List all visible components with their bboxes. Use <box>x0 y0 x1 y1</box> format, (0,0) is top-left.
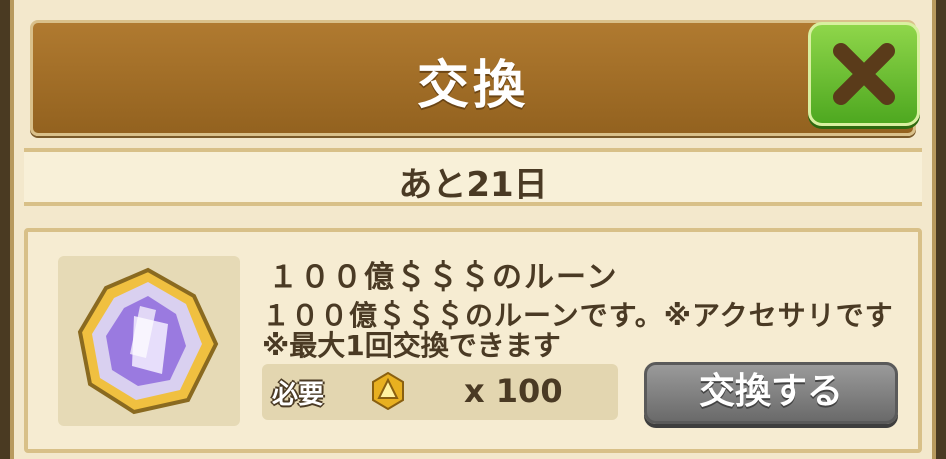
requirement-quantity: x 100 <box>464 372 563 410</box>
rune-crystal-icon <box>77 267 219 415</box>
item-name: １００億＄＄＄のルーン <box>268 260 619 295</box>
medal-icon <box>372 372 404 410</box>
dialog-title: 交換 <box>416 56 529 116</box>
remaining-days-bar: あと21日 <box>24 148 922 206</box>
remaining-days-text: あと21日 <box>398 165 548 205</box>
requirement-label: 必要 <box>272 380 325 410</box>
exchange-button[interactable]: 交換する <box>644 362 898 424</box>
close-x-icon <box>833 43 895 105</box>
close-button[interactable] <box>808 22 920 126</box>
item-exchange-limit: ※最大1回交換できます <box>262 329 561 362</box>
dialog-header: 交換 <box>30 20 916 136</box>
